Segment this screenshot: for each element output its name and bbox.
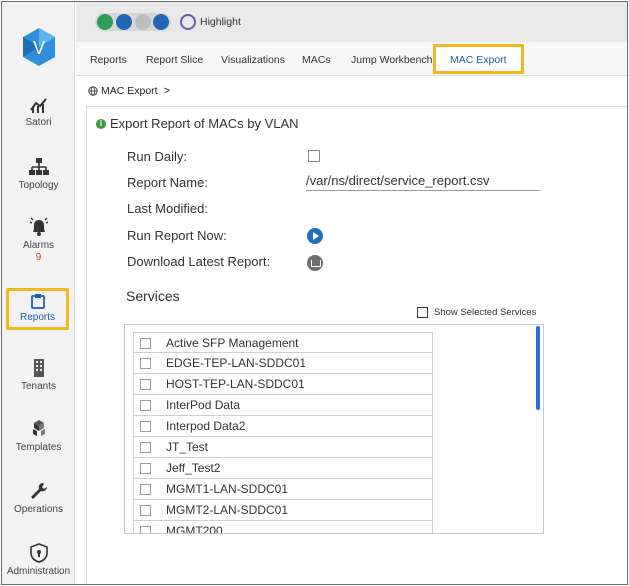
- list-item[interactable]: InterPod Data: [133, 395, 433, 416]
- play-icon[interactable]: [307, 228, 323, 244]
- show-selected-label: Show Selected Services: [434, 307, 537, 318]
- app-logo[interactable]: V: [21, 27, 57, 67]
- tab-macs[interactable]: MACs: [302, 54, 331, 66]
- alarm-count-badge: 9: [35, 252, 42, 263]
- run-daily-label: Run Daily:: [127, 149, 187, 164]
- breadcrumb: MAC Export >: [88, 85, 170, 97]
- sidebar-item-reports[interactable]: Reports: [6, 288, 69, 330]
- list-item[interactable]: Active SFP Management: [133, 332, 433, 353]
- bell-icon: [29, 217, 48, 236]
- checkbox[interactable]: [140, 338, 151, 349]
- list-item[interactable]: Jeff_Test2: [133, 458, 433, 479]
- info-icon: i: [96, 118, 106, 129]
- building-icon: [33, 359, 44, 377]
- tab-mac-export[interactable]: MAC Export: [433, 44, 524, 74]
- wrench-icon: [30, 483, 47, 499]
- download-label: Download Latest Report:: [127, 254, 271, 269]
- svg-text:V: V: [33, 38, 45, 58]
- sidebar-item-label: Alarms: [22, 240, 55, 251]
- top-toolbar: Highlight: [76, 2, 627, 42]
- list-item[interactable]: Interpod Data2: [133, 416, 433, 437]
- checkbox[interactable]: [140, 400, 151, 411]
- sidebar-item-operations[interactable]: Operations: [2, 481, 75, 515]
- sidebar-item-administration[interactable]: Administration: [2, 543, 75, 577]
- sidebar-item-label: Topology: [18, 180, 59, 191]
- list-item[interactable]: MGMT2-LAN-SDDC01: [133, 500, 433, 521]
- cubes-icon: [32, 420, 45, 436]
- list-item[interactable]: JT_Test: [133, 437, 433, 458]
- globe-icon: [88, 86, 98, 96]
- tab-report-slice[interactable]: Report Slice: [146, 54, 203, 66]
- checkbox[interactable]: [140, 526, 151, 533]
- collapse-icon[interactable]: [135, 14, 151, 30]
- page-title-text: Export Report of MACs by VLAN: [110, 116, 299, 131]
- sidebar-item-topology[interactable]: Topology: [2, 157, 75, 191]
- list-item[interactable]: MGMT200: [133, 521, 433, 533]
- run-now-label: Run Report Now:: [127, 228, 227, 243]
- share-icon[interactable]: [116, 14, 132, 30]
- services-list[interactable]: Active SFP Management EDGE-TEP-LAN-SDDC0…: [124, 324, 544, 534]
- page-title: i Export Report of MACs by VLAN: [96, 116, 299, 131]
- sidebar-item-label: Operations: [14, 504, 63, 515]
- sidebar-item-label: Satori: [25, 117, 52, 128]
- breadcrumb-item[interactable]: MAC Export: [101, 85, 158, 97]
- sidebar-item-label: Administration: [6, 566, 71, 577]
- checkbox[interactable]: [140, 358, 151, 369]
- topology-icon: [28, 158, 49, 175]
- checkbox[interactable]: [140, 505, 151, 516]
- checkbox[interactable]: [140, 463, 151, 474]
- services-heading: Services: [126, 288, 180, 304]
- sidebar-item-label: Tenants: [20, 381, 57, 392]
- list-item[interactable]: EDGE-TEP-LAN-SDDC01: [133, 353, 433, 374]
- sidebar-item-label: Templates: [15, 442, 62, 453]
- highlight-button[interactable]: Highlight: [180, 13, 241, 31]
- toolbar-button-group: [95, 13, 171, 31]
- highlight-icon: [180, 14, 196, 30]
- tab-visualizations[interactable]: Visualizations: [221, 54, 285, 66]
- tab-reports[interactable]: Reports: [90, 54, 127, 66]
- shield-icon: [29, 543, 48, 563]
- last-modified-label: Last Modified:: [127, 201, 208, 216]
- report-name-label: Report Name:: [127, 175, 208, 190]
- clipboard-icon: [30, 294, 45, 309]
- sidebar-item-tenants[interactable]: Tenants: [2, 358, 75, 392]
- run-daily-checkbox[interactable]: [308, 150, 320, 162]
- tab-bar: Reports Report Slice Visualizations MACs…: [76, 42, 627, 76]
- chevron-right-icon: >: [163, 85, 171, 97]
- list-item[interactable]: HOST-TEP-LAN-SDDC01: [133, 374, 433, 395]
- satori-icon: [29, 98, 47, 113]
- checkbox[interactable]: [140, 379, 151, 390]
- report-name-field[interactable]: /var/ns/direct/service_report.csv: [306, 173, 540, 191]
- send-icon[interactable]: [153, 14, 169, 30]
- sidebar-item-alarms[interactable]: Alarms 9: [2, 217, 75, 263]
- sidebar-item-templates[interactable]: Templates: [2, 419, 75, 453]
- list-item[interactable]: MGMT1-LAN-SDDC01: [133, 479, 433, 500]
- checkbox[interactable]: [140, 442, 151, 453]
- checkbox[interactable]: [140, 484, 151, 495]
- checkbox[interactable]: [140, 421, 151, 432]
- show-selected-checkbox[interactable]: Show Selected Services: [417, 307, 536, 318]
- globe-icon[interactable]: [97, 14, 113, 30]
- checkbox-icon: [417, 307, 428, 318]
- sidebar-item-label: Reports: [19, 312, 55, 323]
- sidebar: V Satori Topology Alarms 9 Reports Tenan…: [2, 2, 75, 584]
- services-rows: Active SFP Management EDGE-TEP-LAN-SDDC0…: [133, 332, 433, 533]
- app-window: V Satori Topology Alarms 9 Reports Tenan…: [1, 1, 628, 585]
- sidebar-item-satori[interactable]: Satori: [2, 94, 75, 128]
- download-icon[interactable]: [307, 255, 323, 271]
- list-scrollbar[interactable]: [536, 326, 540, 410]
- tab-jump-workbench[interactable]: Jump Workbench: [351, 54, 433, 66]
- highlight-label: Highlight: [200, 16, 241, 28]
